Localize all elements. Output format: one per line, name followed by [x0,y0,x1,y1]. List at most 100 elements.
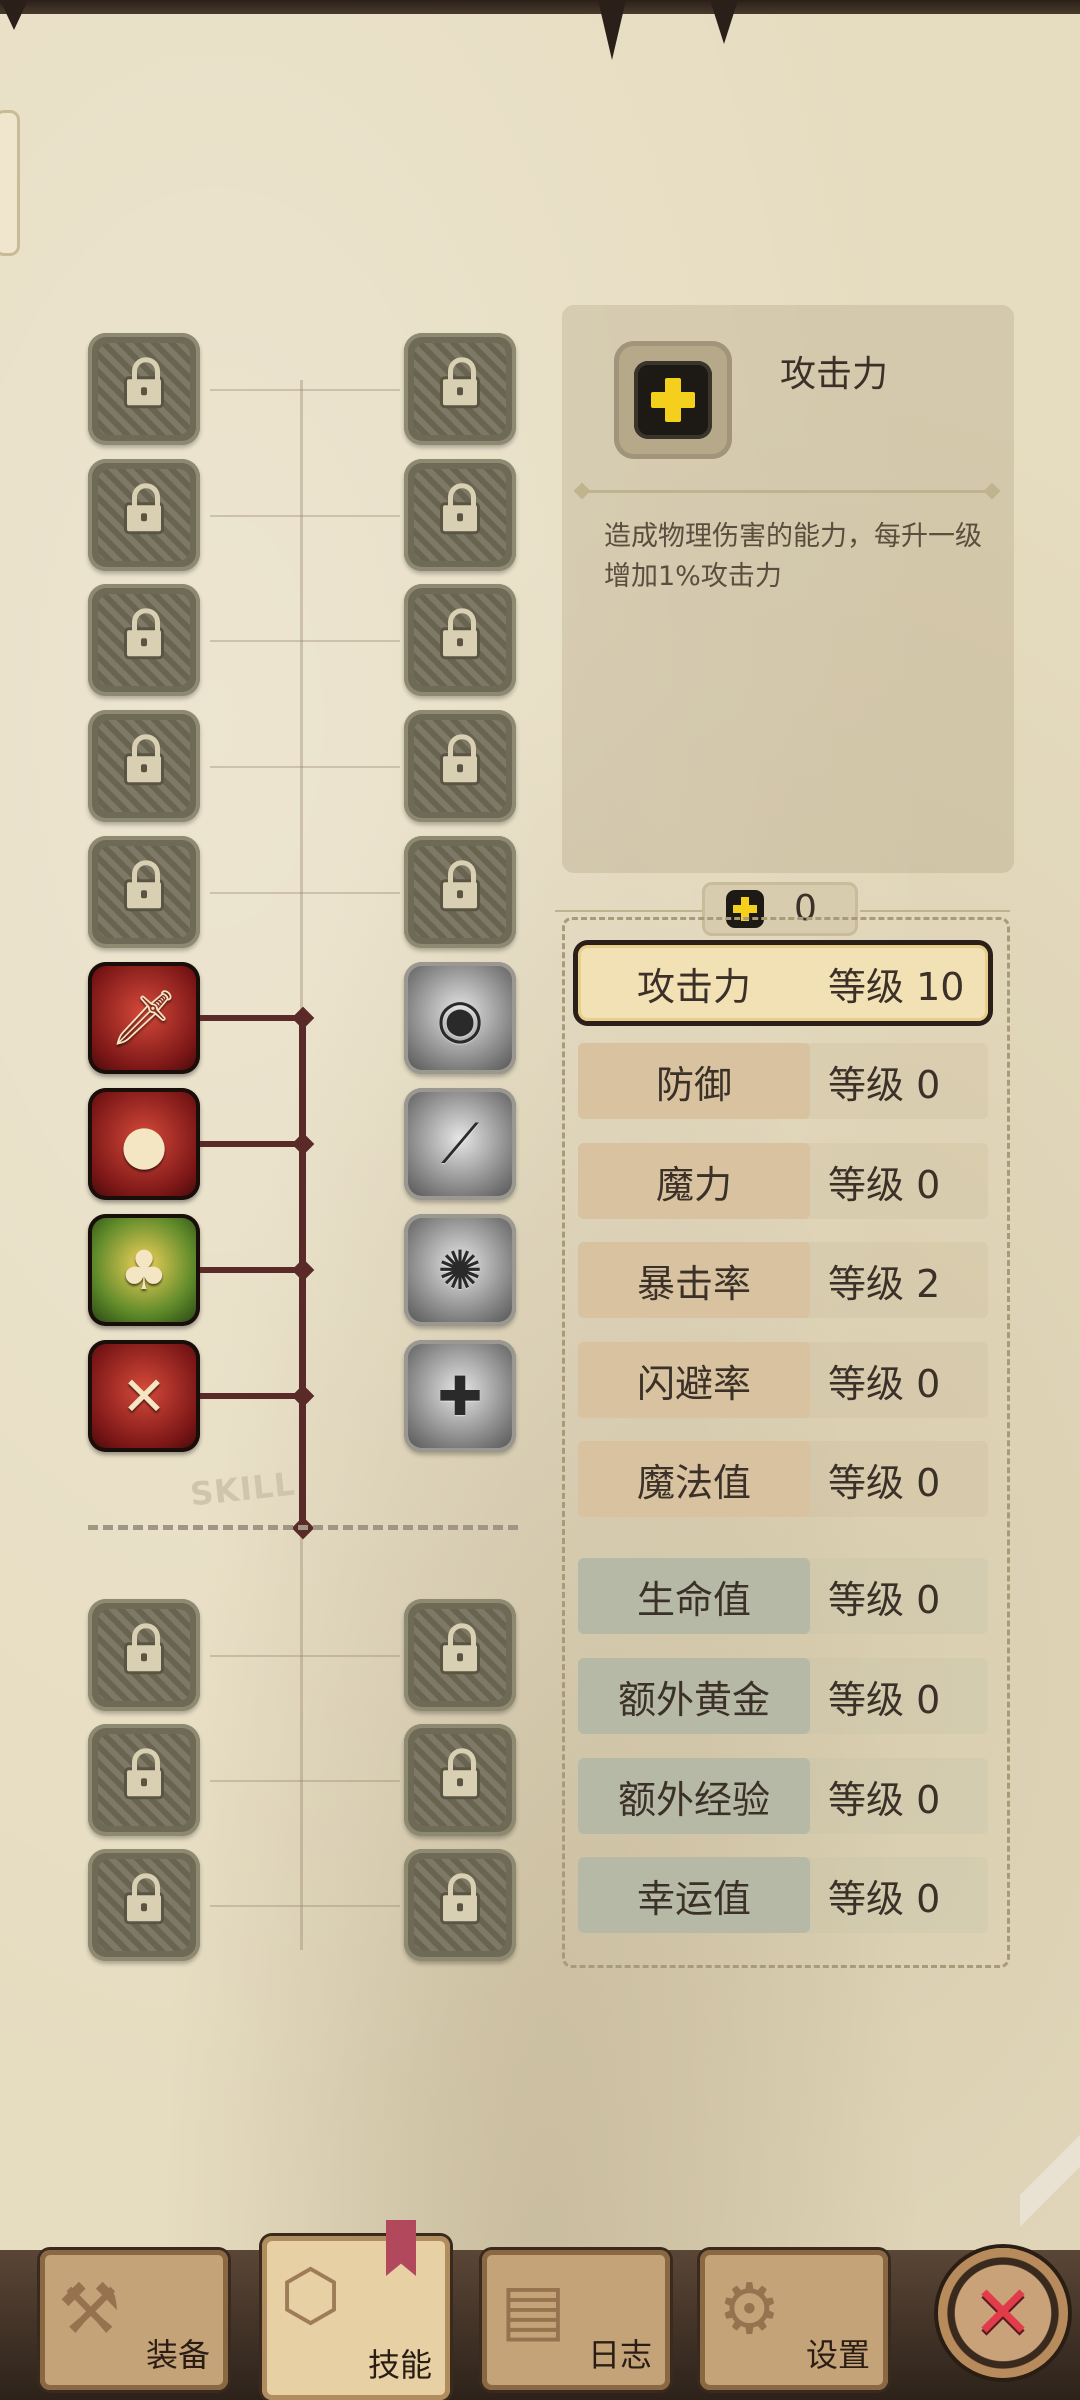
stat-name: 生命值 [578,1558,810,1634]
stat-name: 魔力 [578,1143,810,1219]
stat-level: 等级 2 [828,1261,941,1306]
tree-guide-dash [210,640,400,642]
stat-level: 等级 0 [828,1777,941,1822]
stat-name: 魔法值 [578,1441,810,1517]
plus-icon [648,375,698,425]
skill-slot-locked[interactable] [404,1724,516,1836]
side-pull-tab[interactable] [0,110,20,256]
stat-level: 等级 0 [828,1577,941,1622]
close-button[interactable]: ✕ [938,2248,1068,2378]
tab-log[interactable]: ▤ 日志 [482,2250,670,2390]
lock-icon [124,608,164,660]
tree-guide-dash [210,892,400,894]
stat-row[interactable]: 闪避率 等级 0 [578,1342,988,1418]
attribute-icon-frame [614,341,732,459]
skill-slot-locked[interactable] [88,584,200,696]
skill-eye-burst[interactable]: ◉ [404,962,516,1074]
stat-level: 等级 0 [828,1062,941,1107]
skill-slot-locked[interactable] [88,1849,200,1961]
tree-node [291,1384,315,1408]
stat-name: 额外经验 [578,1758,810,1834]
frame-spike [710,0,738,44]
skill-cross-blade[interactable]: ✕ [88,1340,200,1452]
tab-equipment[interactable]: ⚒ 装备 [40,2250,228,2390]
tab-skills[interactable]: ⬡ 技能 [262,2236,450,2400]
skill-slot-locked[interactable] [404,710,516,822]
lock-icon [440,608,480,660]
lock-icon [440,1623,480,1675]
stat-row[interactable]: 暴击率 等级 2 [578,1242,988,1318]
tree-guide-dash [210,1655,400,1657]
skill-slot-locked[interactable] [404,1849,516,1961]
stat-row[interactable]: 幸运值 等级 0 [578,1857,988,1933]
attribute-description: 造成物理伤害的能力，每升一级增加1%攻击力 [604,521,982,592]
stat-name: 暴击率 [578,1242,810,1318]
skill-slot-locked[interactable] [404,333,516,445]
lock-icon [440,1748,480,1800]
skill-tree-branch [200,1141,304,1147]
skill-slot-locked[interactable] [88,836,200,948]
tree-node [291,1132,315,1156]
stat-row[interactable]: 额外经验 等级 0 [578,1758,988,1834]
skill-divider [88,1525,518,1530]
stat-row[interactable]: 生命值 等级 0 [578,1558,988,1634]
info-divider [582,490,992,493]
lock-icon [440,483,480,535]
lock-icon [124,1748,164,1800]
stat-row[interactable]: 额外黄金 等级 0 [578,1658,988,1734]
skill-dagger[interactable]: 🗡 [88,962,200,1074]
stat-level: 等级 0 [828,1361,941,1406]
tree-guide-dash [210,389,400,391]
axe-icon: ⚒ [58,2268,121,2350]
lock-icon [440,357,480,409]
skill-shield-icon: ⬡ [280,2254,342,2336]
stat-level: 等级 0 [828,1677,941,1722]
tab-settings-label: 设置 [805,2336,870,2374]
skill-slot-locked[interactable] [404,459,516,571]
frame-spike [598,0,626,60]
tab-equipment-label: 装备 [145,2336,210,2374]
stat-name: 幸运值 [578,1857,810,1933]
skill-treant[interactable]: ♣ [88,1214,200,1326]
tab-log-label: 日志 [587,2336,652,2374]
cross-swords-icon: ✕ [121,1364,167,1428]
skill-slot-locked[interactable] [88,1599,200,1711]
skill-slash[interactable]: ⟋ [404,1088,516,1200]
skill-heal[interactable]: ✚ [404,1340,516,1452]
skill-slot-locked[interactable] [404,584,516,696]
ninja-icon: ● [120,1112,168,1176]
lock-icon [440,734,480,786]
skill-shadow-strike[interactable]: ● [88,1088,200,1200]
gear-icon: ⚙ [718,2268,781,2350]
dagger-icon: 🗡 [109,986,179,1049]
tab-settings[interactable]: ⚙ 设置 [700,2250,888,2390]
close-icon: ✕ [971,2270,1034,2356]
stat-row[interactable]: 魔法值 等级 0 [578,1441,988,1517]
skill-slot-locked[interactable] [88,1724,200,1836]
attribute-icon [634,361,712,439]
tree-guide-dash [210,766,400,768]
skill-slot-locked[interactable] [88,459,200,571]
stat-row[interactable]: 魔力 等级 0 [578,1143,988,1219]
stat-row[interactable]: 攻击力 等级 10 [578,945,988,1021]
lock-icon [440,1873,480,1925]
stat-name: 额外黄金 [578,1658,810,1734]
skill-section-label: SKILL [188,1464,298,1514]
frame-spike [0,0,28,30]
slash-icon: ⟋ [441,1112,479,1175]
stat-row[interactable]: 防御 等级 0 [578,1043,988,1119]
treant-icon: ♣ [119,1238,169,1302]
lock-icon [440,860,480,912]
lock-icon [124,1873,164,1925]
skill-vortex[interactable]: ✺ [404,1214,516,1326]
stat-level: 等级 10 [828,964,965,1009]
skill-tree-branch [200,1015,304,1021]
lock-icon [124,860,164,912]
book-icon: ▤ [500,2268,567,2350]
skill-slot-locked[interactable] [404,836,516,948]
eye-burst-icon: ◉ [436,986,484,1050]
top-frame [0,0,1080,14]
skill-slot-locked[interactable] [404,1599,516,1711]
skill-slot-locked[interactable] [88,710,200,822]
skill-slot-locked[interactable] [88,333,200,445]
